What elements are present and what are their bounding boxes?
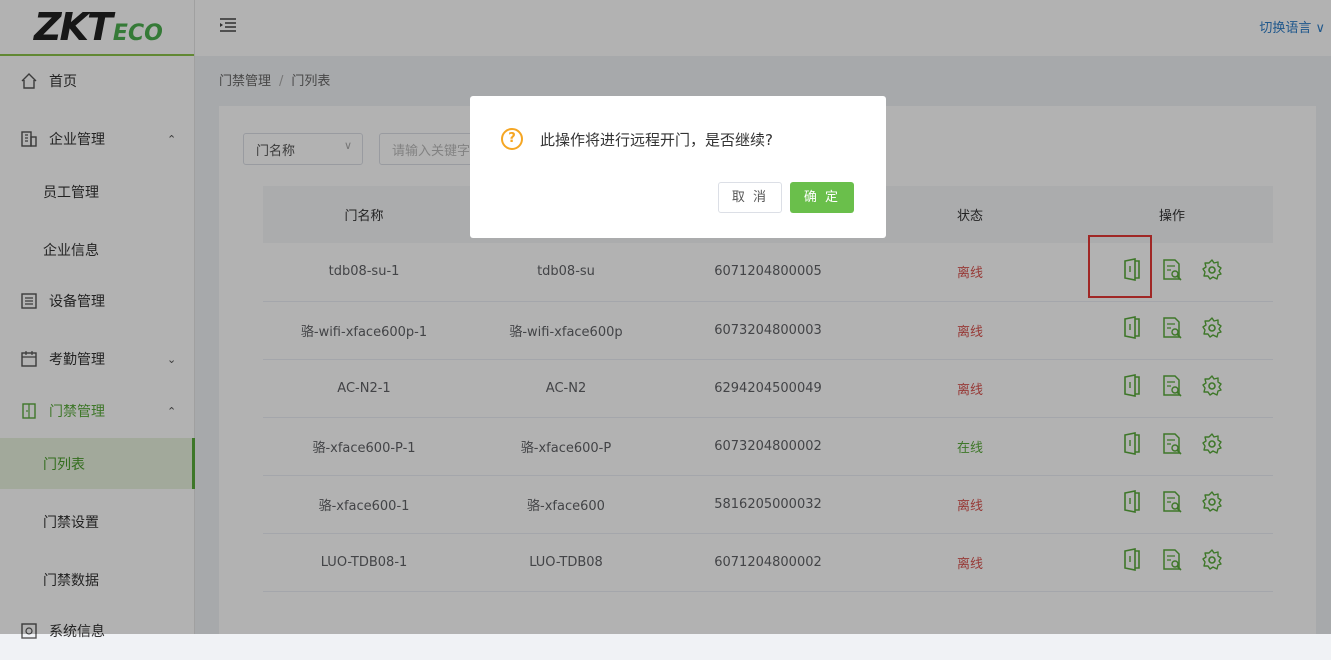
dialog-message: 此操作将进行远程开门，是否继续? (540, 131, 773, 149)
confirm-dialog: ? 此操作将进行远程开门，是否继续? 取 消 确 定 (470, 96, 886, 238)
question-icon: ? (501, 128, 523, 150)
confirm-button[interactable]: 确 定 (790, 182, 854, 213)
cancel-button[interactable]: 取 消 (718, 182, 782, 213)
